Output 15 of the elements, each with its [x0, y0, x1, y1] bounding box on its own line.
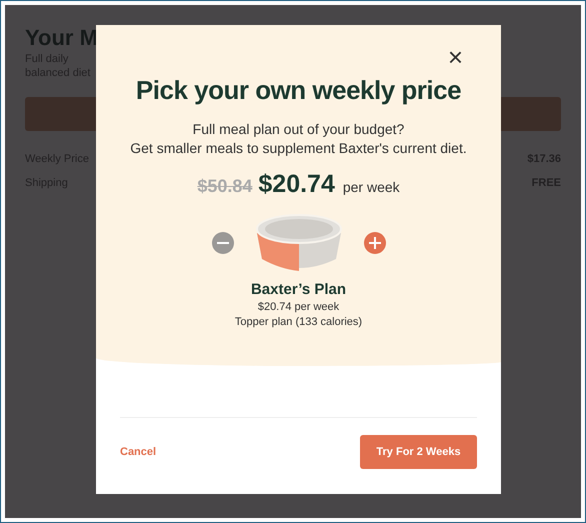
description-text: Full meal plan out of your budget?: [192, 120, 404, 139]
plus-icon: [364, 232, 386, 254]
cancel-link[interactable]: Cancel: [120, 446, 156, 458]
original-price: $50.84: [197, 176, 252, 197]
close-button[interactable]: ×: [448, 47, 485, 67]
plan-detail: Topper plan (133 calories): [234, 316, 362, 328]
try-button[interactable]: Try For 2 Weeks: [360, 435, 477, 469]
description-text: Get smaller meals to supplement Baxter's current diet.: [130, 139, 467, 158]
current-price: $20.74: [258, 170, 335, 199]
plan-name: Baxter’s Plan: [250, 281, 346, 298]
plan-price: $20.74 per week: [258, 301, 340, 313]
modal-title: Pick your own weekly price: [136, 75, 462, 106]
price-unit: per week: [342, 179, 400, 195]
increase-button[interactable]: [364, 232, 386, 254]
minus-icon: [212, 232, 234, 254]
